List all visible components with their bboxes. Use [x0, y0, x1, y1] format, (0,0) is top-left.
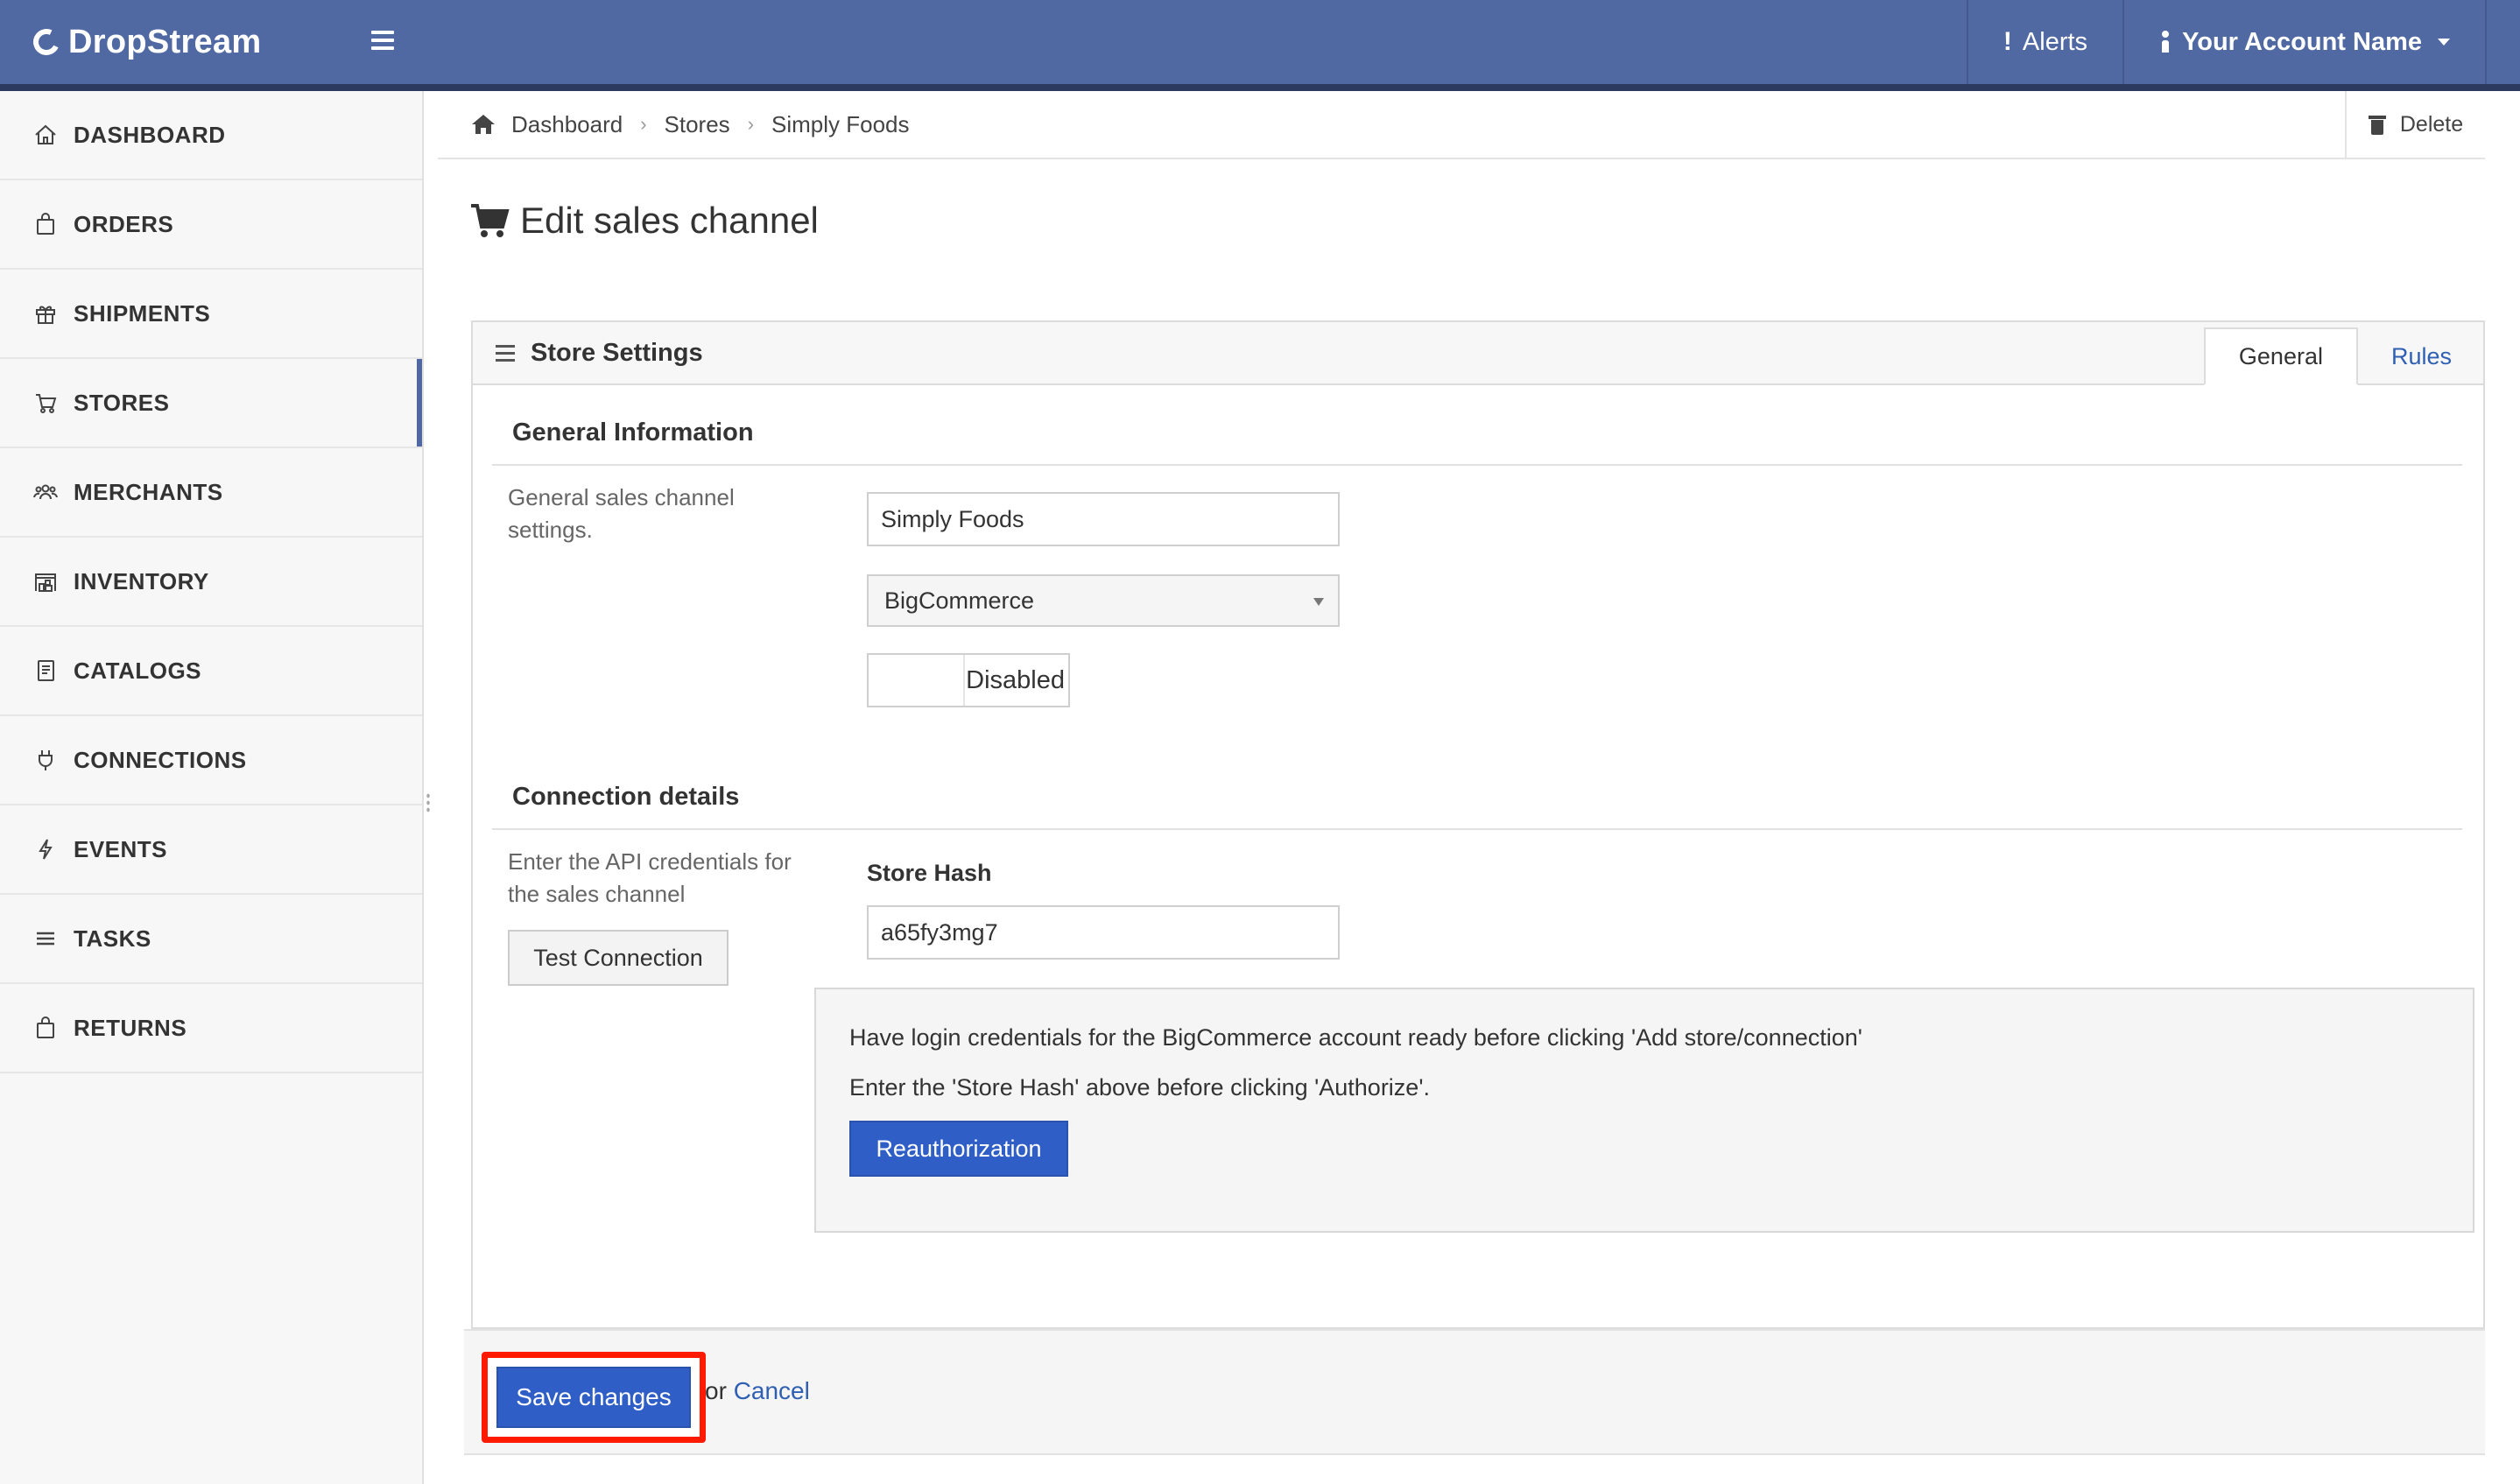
- sidebar-item-shipments[interactable]: SHIPMENTS: [0, 270, 422, 359]
- chevron-right-icon: ›: [747, 113, 755, 135]
- sidebar-item-stores[interactable]: STORES: [0, 359, 422, 448]
- brand-logo[interactable]: DropStream: [29, 0, 262, 84]
- authorization-info-box: Have login credentials for the BigCommer…: [814, 988, 2474, 1233]
- sidebar-item-catalogs[interactable]: CATALOGS: [0, 627, 422, 716]
- account-name: Your Account Name: [2182, 27, 2422, 56]
- breadcrumb-dashboard[interactable]: Dashboard: [511, 111, 623, 138]
- tab-rules[interactable]: Rules: [2358, 327, 2485, 385]
- trash-icon: [2368, 114, 2386, 135]
- or-text: or: [705, 1377, 727, 1404]
- brand-name: DropStream: [68, 23, 262, 60]
- sidebar-item-inventory[interactable]: INVENTORY: [0, 538, 422, 627]
- users-icon: [33, 484, 58, 500]
- test-connection-button[interactable]: Test Connection: [508, 930, 729, 986]
- cart-icon: [471, 204, 510, 237]
- page-title-text: Edit sales channel: [520, 200, 819, 241]
- dropstream-logo-icon: [29, 25, 64, 60]
- home-icon: [35, 124, 56, 144]
- save-button[interactable]: Save changes: [496, 1367, 691, 1428]
- platform-select[interactable]: BigCommerce: [867, 574, 1340, 627]
- user-icon: [2159, 31, 2172, 53]
- book-icon: [38, 660, 54, 681]
- sidebar-item-orders[interactable]: ORDERS: [0, 180, 422, 270]
- sidebar-item-label: DASHBOARD: [74, 121, 226, 148]
- divider: [492, 464, 2462, 466]
- sidebar-item-label: RETURNS: [74, 1014, 187, 1041]
- breadcrumb: Dashboard › Stores › Simply Foods Delete: [438, 91, 2485, 159]
- sidebar-item-label: STORES: [74, 389, 170, 416]
- sidebar-item-dashboard[interactable]: DASHBOARD: [0, 91, 422, 180]
- tab-general[interactable]: General: [2203, 327, 2358, 385]
- general-section-title: General Information: [512, 418, 754, 447]
- navbar-edge: [2485, 0, 2520, 84]
- connection-section-title: Connection details: [512, 783, 740, 811]
- delete-button[interactable]: Delete: [2345, 91, 2485, 158]
- info-text: Enter the 'Store Hash' above before clic…: [849, 1074, 1430, 1101]
- sidebar-item-returns[interactable]: RETURNS: [0, 984, 422, 1073]
- alerts-button[interactable]: ! Alerts: [1966, 0, 2122, 84]
- bolt-icon: [39, 839, 53, 860]
- alerts-label: Alerts: [2022, 27, 2088, 56]
- caret-down-icon: [1313, 598, 1324, 606]
- plug-icon: [39, 750, 53, 770]
- reauthorization-button[interactable]: Reauthorization: [849, 1121, 1068, 1177]
- home-icon: [472, 115, 495, 134]
- sidebar-resize-handle[interactable]: [426, 792, 431, 813]
- sidebar-item-label: TASKS: [74, 925, 151, 952]
- connection-help-text: Enter the API credentials for the sales …: [508, 848, 792, 907]
- sidebar-item-events[interactable]: EVENTS: [0, 805, 422, 895]
- platform-select-value: BigCommerce: [884, 587, 1035, 614]
- divider: [492, 828, 2462, 830]
- sidebar-item-label: CATALOGS: [74, 657, 202, 684]
- cancel-link[interactable]: Cancel: [734, 1377, 810, 1404]
- sidebar-item-label: CONNECTIONS: [74, 746, 247, 773]
- cart-icon: [36, 394, 57, 413]
- store-hash-label: Store Hash: [867, 860, 992, 886]
- sidebar-item-label: ORDERS: [74, 210, 174, 237]
- menu-toggle-icon[interactable]: [368, 26, 399, 58]
- status-toggle-label: Disabled: [966, 665, 1065, 694]
- breadcrumb-current: Simply Foods: [771, 110, 910, 137]
- sidebar-item-label: INVENTORY: [74, 567, 209, 594]
- return-bag-icon: [37, 1016, 54, 1038]
- store-settings-panel: Store Settings General Rules General Inf…: [471, 320, 2485, 1329]
- delete-label: Delete: [2399, 111, 2464, 137]
- store-name-field[interactable]: Simply Foods: [867, 492, 1340, 546]
- sidebar-item-label: SHIPMENTS: [74, 299, 211, 327]
- sidebar: DASHBOARD ORDERS SHIPMENTS STORES MERCHA…: [0, 91, 424, 1484]
- warehouse-icon: [35, 573, 56, 592]
- gift-box-icon: [36, 306, 55, 324]
- store-hash-field[interactable]: a65fy3mg7: [867, 905, 1340, 960]
- sidebar-item-connections[interactable]: CONNECTIONS: [0, 716, 422, 805]
- panel-header: Store Settings General Rules: [473, 322, 2483, 385]
- panel-tabs: General Rules: [2203, 327, 2485, 385]
- or-cancel: or Cancel: [705, 1377, 810, 1405]
- alert-icon: !: [2003, 27, 2012, 56]
- status-toggle[interactable]: Disabled: [867, 653, 1070, 707]
- sidebar-item-label: MERCHANTS: [74, 478, 223, 505]
- sidebar-item-tasks[interactable]: TASKS: [0, 895, 422, 984]
- info-text: Have login credentials for the BigCommer…: [849, 1024, 1862, 1051]
- chevron-down-icon: [2438, 39, 2450, 46]
- save-button-highlight: Save changes: [482, 1352, 706, 1443]
- chevron-right-icon: ›: [640, 113, 647, 135]
- sidebar-item-label: EVENTS: [74, 835, 168, 862]
- list-icon: [37, 932, 54, 946]
- form-actions: Save changes or Cancel: [464, 1329, 2485, 1455]
- panel-title: Store Settings: [531, 338, 703, 367]
- top-navbar: DropStream ! Alerts Your Account Name: [0, 0, 2520, 91]
- account-menu[interactable]: Your Account Name: [2122, 0, 2485, 84]
- general-help-text: General sales channel settings.: [508, 484, 735, 543]
- page-title: Edit sales channel: [469, 200, 819, 242]
- breadcrumb-stores[interactable]: Stores: [665, 111, 730, 138]
- bars-icon: [496, 341, 515, 366]
- sidebar-item-merchants[interactable]: MERCHANTS: [0, 448, 422, 538]
- shopping-bag-icon: [37, 213, 54, 235]
